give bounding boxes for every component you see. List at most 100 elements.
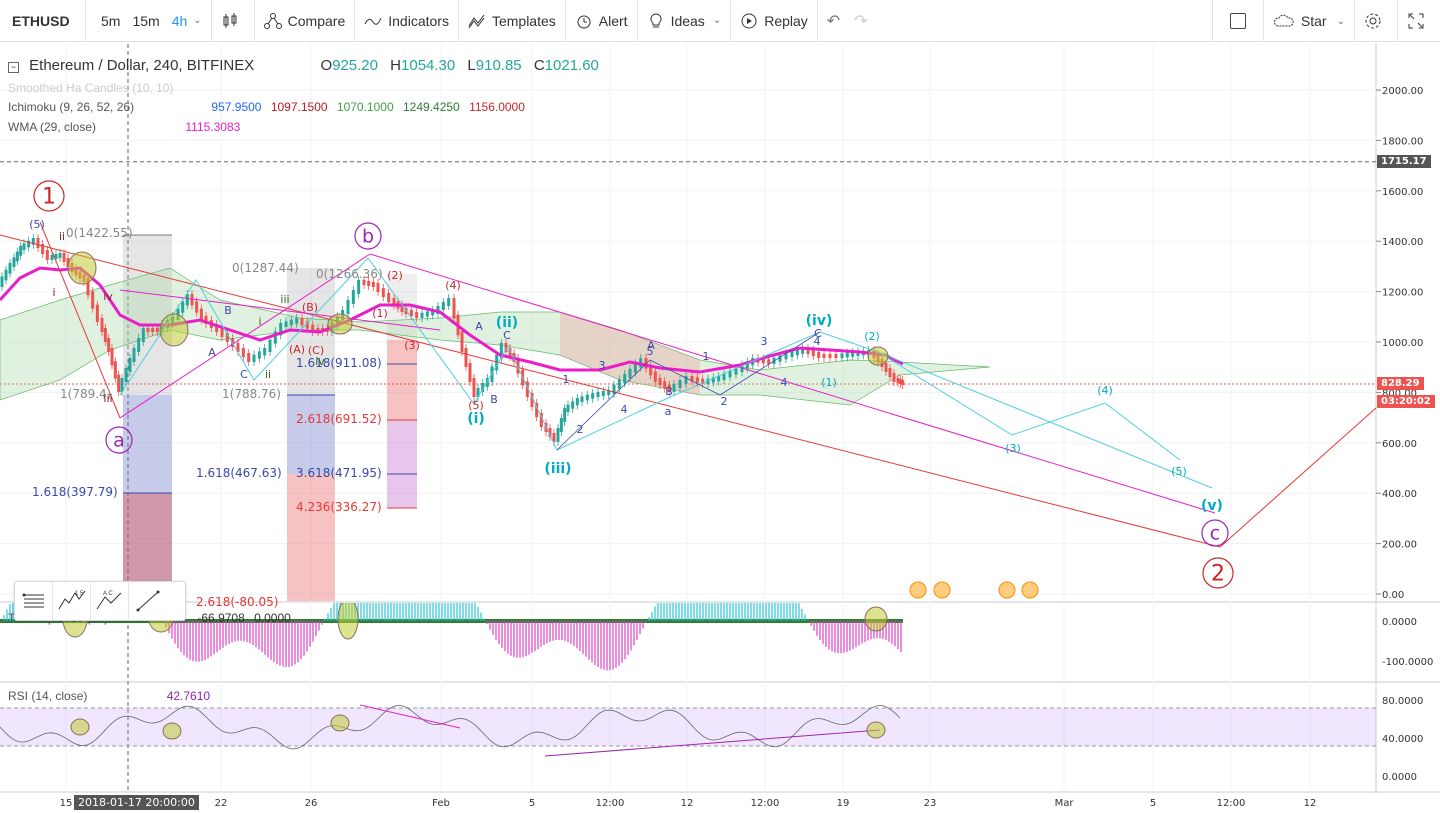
fullscreen-select-button[interactable]	[1211, 0, 1264, 42]
gear-icon	[1365, 13, 1381, 29]
settings-button[interactable]	[1355, 0, 1398, 42]
highlight-ellipse	[867, 346, 889, 366]
ttm-bar	[330, 607, 332, 621]
ttm-bar	[411, 603, 413, 621]
chevron-down-icon: ⌄	[712, 15, 722, 26]
candle	[0, 276, 4, 287]
candle	[8, 263, 12, 274]
ttm-bar	[402, 603, 404, 621]
candle	[628, 368, 632, 378]
candle	[132, 348, 136, 362]
ttm-bar	[369, 603, 371, 621]
ideas-button[interactable]: Ideas ⌄	[638, 0, 732, 42]
elliott-impulse-icon[interactable]: 1 5	[53, 582, 91, 620]
candle	[357, 280, 361, 294]
undo-icon[interactable]: ↶	[827, 11, 840, 31]
elliott-abc-icon[interactable]: A C	[91, 582, 129, 620]
ttm-bar	[852, 621, 854, 649]
redo-icon[interactable]: ↷	[854, 11, 867, 31]
wma-legend[interactable]: WMA (29, close) 1115.3083	[8, 120, 240, 134]
ttm-bar	[450, 603, 452, 621]
chart-area[interactable]: 2000.00 1800.00 1600.00 1400.00 1200.00 1000.…	[0, 43, 1440, 813]
main-legend[interactable]: − Ethereum / Dollar, 240, BITFINEX O925.…	[8, 57, 599, 74]
candle	[22, 243, 26, 250]
ttm-bar	[216, 621, 218, 653]
candle	[4, 269, 8, 281]
ha-legend[interactable]: Smoothed Ha Candles (10, 10)	[8, 81, 173, 95]
candle	[811, 350, 815, 356]
highlight-ellipse	[330, 714, 350, 732]
chart-canvas[interactable]: 2000.001800.001600.001400.001200.001000.…	[0, 43, 1440, 813]
ttm-bar	[3, 615, 5, 621]
time-axis-label: 12	[1304, 798, 1317, 809]
compare-button[interactable]: Compare	[255, 0, 356, 42]
rsi-legend[interactable]: RSI (14, close) 42.7610	[8, 689, 210, 703]
ttm-bar	[591, 621, 593, 663]
wave-label-projection: (1)	[821, 376, 837, 389]
alert-button[interactable]: Alert	[566, 0, 638, 42]
symbol-search[interactable]: ETHUSD	[0, 0, 86, 42]
templates-button[interactable]: Templates	[459, 0, 566, 42]
chart-type-button[interactable]	[212, 0, 255, 42]
indicators-button[interactable]: Indicators	[355, 0, 459, 42]
candle	[268, 339, 272, 352]
ttm-bar	[465, 603, 467, 621]
wave-label-a: a	[113, 430, 125, 452]
candle	[195, 301, 199, 313]
templates-icon	[468, 14, 485, 28]
candle	[658, 378, 662, 386]
fib-label: 0(1266.36)	[316, 267, 383, 281]
ttm-bar	[327, 613, 329, 621]
event-flag-icon	[998, 581, 1016, 599]
trend-line-icon[interactable]	[129, 582, 167, 620]
timeframe-15m[interactable]: 15m	[126, 13, 165, 29]
ttm-bar	[675, 603, 677, 621]
ohlc-low-label: L	[467, 57, 476, 74]
candle	[113, 361, 117, 379]
ttm-bar	[594, 621, 596, 665]
ohlc-high-label: H	[390, 57, 402, 74]
star-label: Star	[1300, 13, 1327, 29]
trend-line-red	[1219, 407, 1376, 548]
ttm-bar	[477, 606, 479, 621]
ttm-bar	[261, 621, 263, 653]
timeframe-4h[interactable]: 4h	[166, 13, 194, 29]
ttm-bar	[597, 621, 599, 668]
highlight-ellipse	[67, 251, 97, 285]
ttm-bar	[819, 621, 821, 641]
candle	[371, 282, 375, 287]
time-axis-label: Feb	[432, 798, 450, 809]
ttm-bar	[435, 603, 437, 621]
ttm-bar	[579, 621, 581, 652]
candle	[381, 288, 385, 297]
ttm-bar	[723, 603, 725, 621]
timeframe-5m[interactable]: 5m	[95, 13, 126, 29]
indicators-icon	[364, 17, 382, 25]
wave-label-small: C	[240, 368, 248, 381]
ohlc-open-label: O	[320, 57, 333, 74]
chevron-down-icon[interactable]: ⌄	[193, 15, 201, 26]
ichimoku-name: Ichimoku (9, 26, 52, 26)	[8, 100, 135, 114]
replay-button[interactable]: Replay	[731, 0, 818, 42]
ttm-bar	[552, 621, 554, 641]
fullscreen-button[interactable]	[1398, 0, 1440, 42]
ttm-bar	[891, 621, 893, 644]
price-axis-label: 400.00	[1382, 489, 1417, 500]
ttm-bar	[756, 603, 758, 621]
ttm-bar	[645, 621, 647, 623]
ttm-bar	[684, 603, 686, 621]
collapse-icon[interactable]: −	[8, 62, 19, 73]
ttm-bar	[438, 603, 440, 621]
ttm-value-2: 0.0000	[254, 611, 291, 625]
ttm-bar	[519, 621, 521, 658]
candle	[566, 404, 570, 412]
ttm-bar	[306, 621, 308, 652]
star-button[interactable]: Star ⌄	[1264, 0, 1355, 42]
ttm-bar	[681, 603, 683, 621]
ichimoku-legend[interactable]: Ichimoku (9, 26, 52, 26) 957.9500 1097.1…	[8, 100, 525, 114]
candle	[351, 290, 355, 304]
ttm-bar	[456, 603, 458, 621]
ttm-bar	[384, 603, 386, 621]
menu-lines-icon[interactable]	[15, 582, 53, 620]
candle	[441, 302, 445, 310]
